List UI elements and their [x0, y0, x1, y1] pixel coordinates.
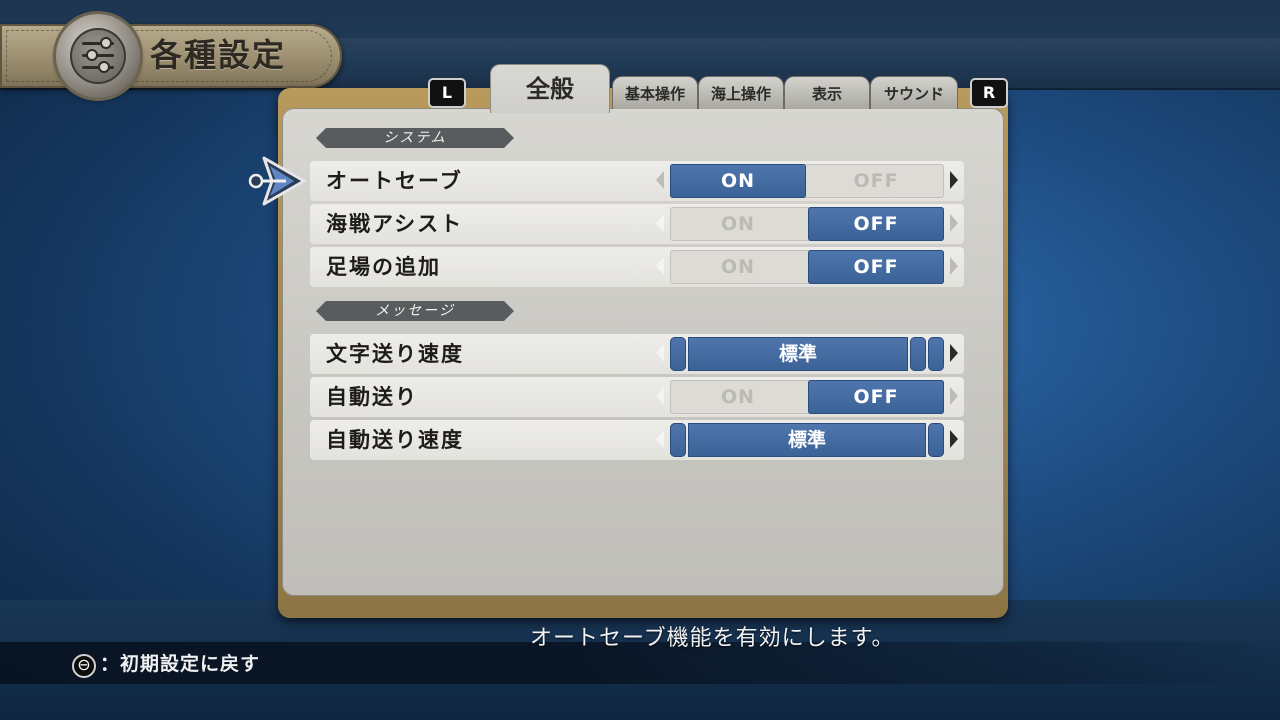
- on-off-toggle[interactable]: ON OFF: [670, 380, 944, 414]
- arrow-right-icon[interactable]: [950, 171, 958, 189]
- speed-slider[interactable]: 標準: [670, 423, 944, 457]
- tab-sound[interactable]: サウンド: [870, 76, 958, 109]
- settings-sliders-icon: [56, 14, 140, 98]
- option-on[interactable]: ON: [670, 207, 806, 241]
- reset-defaults-hint: ：初期設定に戻す: [100, 653, 261, 675]
- minus-button-icon[interactable]: ⊖: [72, 654, 96, 678]
- option-off[interactable]: OFF: [808, 207, 944, 241]
- arrow-left-icon[interactable]: [656, 387, 664, 405]
- slider-segment: [910, 337, 926, 371]
- on-off-toggle[interactable]: ON OFF: [670, 250, 944, 284]
- option-off[interactable]: OFF: [808, 380, 944, 414]
- arrow-left-icon[interactable]: [656, 344, 664, 362]
- slider-value: 標準: [688, 423, 926, 457]
- arrow-left-icon[interactable]: [656, 214, 664, 232]
- on-off-toggle[interactable]: ON OFF: [670, 207, 944, 241]
- setting-row-autosave[interactable]: オートセーブ ON OFF: [310, 161, 964, 201]
- arrow-right-icon[interactable]: [950, 344, 958, 362]
- arrow-left-icon[interactable]: [656, 430, 664, 448]
- setting-row-add-footholds[interactable]: 足場の追加 ON OFF: [310, 247, 964, 287]
- arrow-right-icon[interactable]: [950, 214, 958, 232]
- tab-display[interactable]: 表示: [784, 76, 870, 109]
- tab-general[interactable]: 全般: [490, 64, 610, 113]
- arrow-right-icon[interactable]: [950, 257, 958, 275]
- setting-row-naval-assist[interactable]: 海戦アシスト ON OFF: [310, 204, 964, 244]
- slider-cap-right: [928, 423, 944, 457]
- setting-label: 自動送り速度: [326, 428, 464, 452]
- on-off-toggle[interactable]: ON OFF: [670, 164, 944, 198]
- slider-cap-right: [928, 337, 944, 371]
- option-on[interactable]: ON: [670, 164, 806, 198]
- tab-basic-controls[interactable]: 基本操作: [612, 76, 698, 109]
- option-on[interactable]: ON: [670, 250, 806, 284]
- option-on[interactable]: ON: [670, 380, 806, 414]
- selection-cursor-icon: [248, 156, 306, 206]
- setting-label: 自動送り: [326, 385, 418, 409]
- setting-label: オートセーブ: [326, 169, 463, 193]
- tab-sea-controls[interactable]: 海上操作: [698, 76, 784, 109]
- r-shoulder-button-icon[interactable]: R: [970, 78, 1008, 108]
- setting-row-auto-advance[interactable]: 自動送り ON OFF: [310, 377, 964, 417]
- option-off[interactable]: OFF: [808, 164, 944, 198]
- setting-row-auto-advance-speed[interactable]: 自動送り速度 標準: [310, 420, 964, 460]
- setting-description: オートセーブ機能を有効にします。: [530, 626, 895, 651]
- setting-label: 海戦アシスト: [326, 212, 464, 236]
- section-header-message: メッセージ: [316, 301, 514, 321]
- l-shoulder-button-icon[interactable]: L: [428, 78, 466, 108]
- setting-label: 文字送り速度: [326, 342, 464, 366]
- page-title: 各種設定: [150, 36, 287, 74]
- slider-value: 標準: [688, 337, 908, 371]
- option-off[interactable]: OFF: [808, 250, 944, 284]
- slider-cap-left: [670, 423, 686, 457]
- arrow-right-icon[interactable]: [950, 430, 958, 448]
- arrow-left-icon[interactable]: [656, 257, 664, 275]
- setting-label: 足場の追加: [326, 255, 441, 279]
- arrow-right-icon[interactable]: [950, 387, 958, 405]
- slider-cap-left: [670, 337, 686, 371]
- speed-slider[interactable]: 標準: [670, 337, 944, 371]
- arrow-left-icon[interactable]: [656, 171, 664, 189]
- section-header-system: システム: [316, 128, 514, 148]
- setting-row-text-speed[interactable]: 文字送り速度 標準: [310, 334, 964, 374]
